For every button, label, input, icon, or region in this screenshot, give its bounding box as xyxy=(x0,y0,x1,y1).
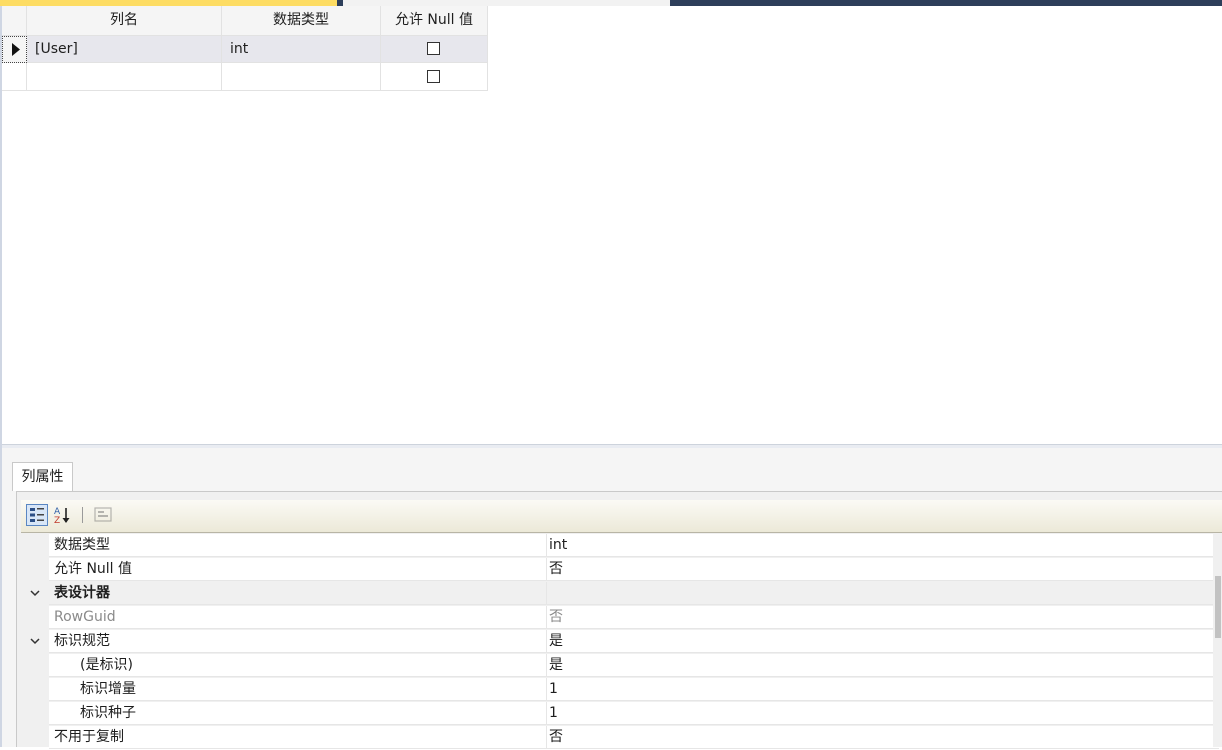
alphabetical-button[interactable]: A Z xyxy=(51,504,73,526)
property-name: RowGuid xyxy=(49,606,546,629)
property-value[interactable]: int xyxy=(546,534,1219,557)
property-category-table-designer[interactable]: 表设计器 xyxy=(21,582,1219,606)
property-name: 不用于复制 xyxy=(49,726,546,749)
property-grid-scrollbar[interactable] xyxy=(1213,534,1222,747)
allow-null-header: 允许 Null 值 xyxy=(381,6,488,36)
property-name: 允许 Null 值 xyxy=(49,558,546,581)
data-type-cell[interactable] xyxy=(222,63,381,91)
toolbar-separator xyxy=(82,507,83,523)
allow-null-checkbox[interactable] xyxy=(427,42,440,55)
property-value[interactable]: 是 xyxy=(546,654,1219,677)
property-value[interactable]: 否 xyxy=(546,606,1219,629)
allow-null-cell xyxy=(381,63,488,91)
property-name: 数据类型 xyxy=(49,534,546,557)
property-value[interactable]: 1 xyxy=(546,702,1219,725)
property-row-identity-spec[interactable]: 标识规范 是 xyxy=(21,630,1219,654)
property-grid: 数据类型 int 允许 Null 值 否 表设计器 RowGuid 否 标识规范… xyxy=(21,534,1222,750)
property-row-identity-seed[interactable]: 标识种子 1 xyxy=(21,702,1219,726)
property-pages-icon xyxy=(94,507,112,522)
property-pages-button[interactable] xyxy=(92,504,114,526)
property-row-not-for-replication[interactable]: 不用于复制 否 xyxy=(21,726,1219,750)
column-name-header: 列名 xyxy=(27,6,222,36)
property-row-data-type[interactable]: 数据类型 int xyxy=(21,534,1219,558)
category-value xyxy=(546,582,1219,605)
property-name: (是标识) xyxy=(49,654,546,677)
column-name-cell[interactable] xyxy=(27,63,222,91)
property-row-is-identity[interactable]: (是标识) 是 xyxy=(21,654,1219,678)
property-row-identity-increment[interactable]: 标识增量 1 xyxy=(21,678,1219,702)
chevron-down-icon[interactable] xyxy=(29,587,41,599)
category-name: 表设计器 xyxy=(49,582,546,605)
data-type-cell[interactable]: int xyxy=(222,36,381,63)
sort-alphabetical-icon: A Z xyxy=(54,507,70,526)
categorized-button[interactable] xyxy=(26,504,48,526)
property-row-allow-null[interactable]: 允许 Null 值 否 xyxy=(21,558,1219,582)
data-type-header: 数据类型 xyxy=(222,6,381,36)
property-value[interactable]: 是 xyxy=(546,630,1219,653)
row-selector[interactable] xyxy=(2,36,27,63)
row-header-corner xyxy=(2,6,27,36)
property-row-rowguid[interactable]: RowGuid 否 xyxy=(21,606,1219,630)
scrollbar-thumb[interactable] xyxy=(1215,576,1221,638)
chevron-down-icon[interactable] xyxy=(29,635,41,647)
svg-text:Z: Z xyxy=(54,516,60,526)
column-name-cell[interactable]: [User] xyxy=(27,36,222,63)
property-value[interactable]: 否 xyxy=(546,726,1219,749)
row-pointer-icon xyxy=(12,43,20,56)
allow-null-cell xyxy=(381,36,488,63)
categorized-icon xyxy=(30,508,44,522)
allow-null-checkbox[interactable] xyxy=(427,70,440,83)
property-value[interactable]: 1 xyxy=(546,678,1219,701)
property-name: 标识增量 xyxy=(49,678,546,701)
row-selector[interactable] xyxy=(2,63,27,91)
properties-toolbar: A Z xyxy=(21,500,1222,533)
property-value[interactable]: 否 xyxy=(546,558,1219,581)
tab-column-properties[interactable]: 列属性 xyxy=(12,462,73,491)
property-name: 标识规范 xyxy=(49,630,546,653)
property-name: 标识种子 xyxy=(49,702,546,725)
